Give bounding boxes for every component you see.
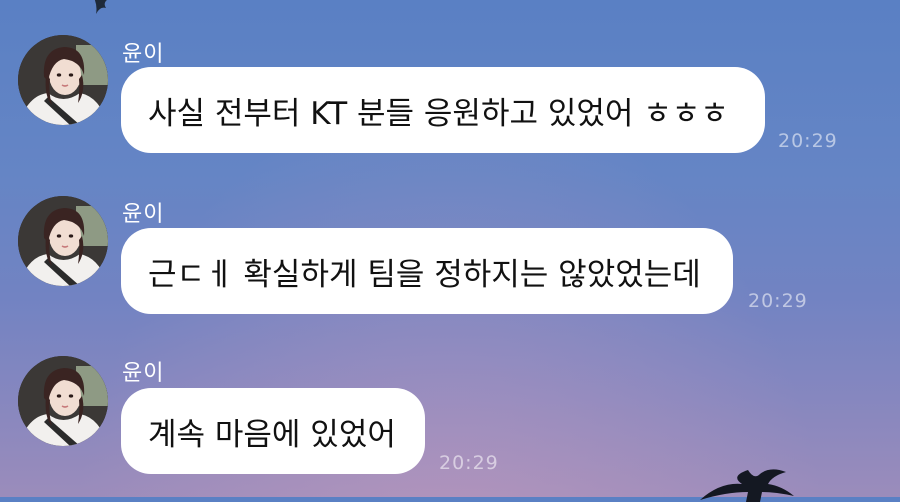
sender-name: 윤이 [122,361,165,386]
profile-photo [18,356,108,446]
profile-photo [18,196,108,286]
sender-name: 윤이 [122,42,165,67]
message-timestamp: 20:29 [748,290,808,312]
message-row: 윤이 계속 마음에 있었어 20:29 [0,320,900,480]
message-timestamp: 20:29 [778,130,838,152]
message-bubble[interactable]: 사실 전부터 KT 분들 응원하고 있었어 ㅎㅎㅎ [121,67,765,153]
avatar[interactable] [18,35,108,125]
avatar[interactable] [18,356,108,446]
message-bubble[interactable]: 근ㄷㅔ 확실하게 팀을 정하지는 않았었는데 [121,228,733,314]
profile-photo [18,35,108,125]
message-row: 윤이 사실 전부터 KT 분들 응원하고 있었어 ㅎㅎㅎ 20:29 [0,0,900,160]
message-timestamp: 20:29 [439,452,499,474]
message-row: 윤이 근ㄷㅔ 확실하게 팀을 정하지는 않았었는데 20:29 [0,160,900,320]
avatar[interactable] [18,196,108,286]
message-bubble[interactable]: 계속 마음에 있었어 [121,388,425,474]
sender-name: 윤이 [122,202,165,227]
